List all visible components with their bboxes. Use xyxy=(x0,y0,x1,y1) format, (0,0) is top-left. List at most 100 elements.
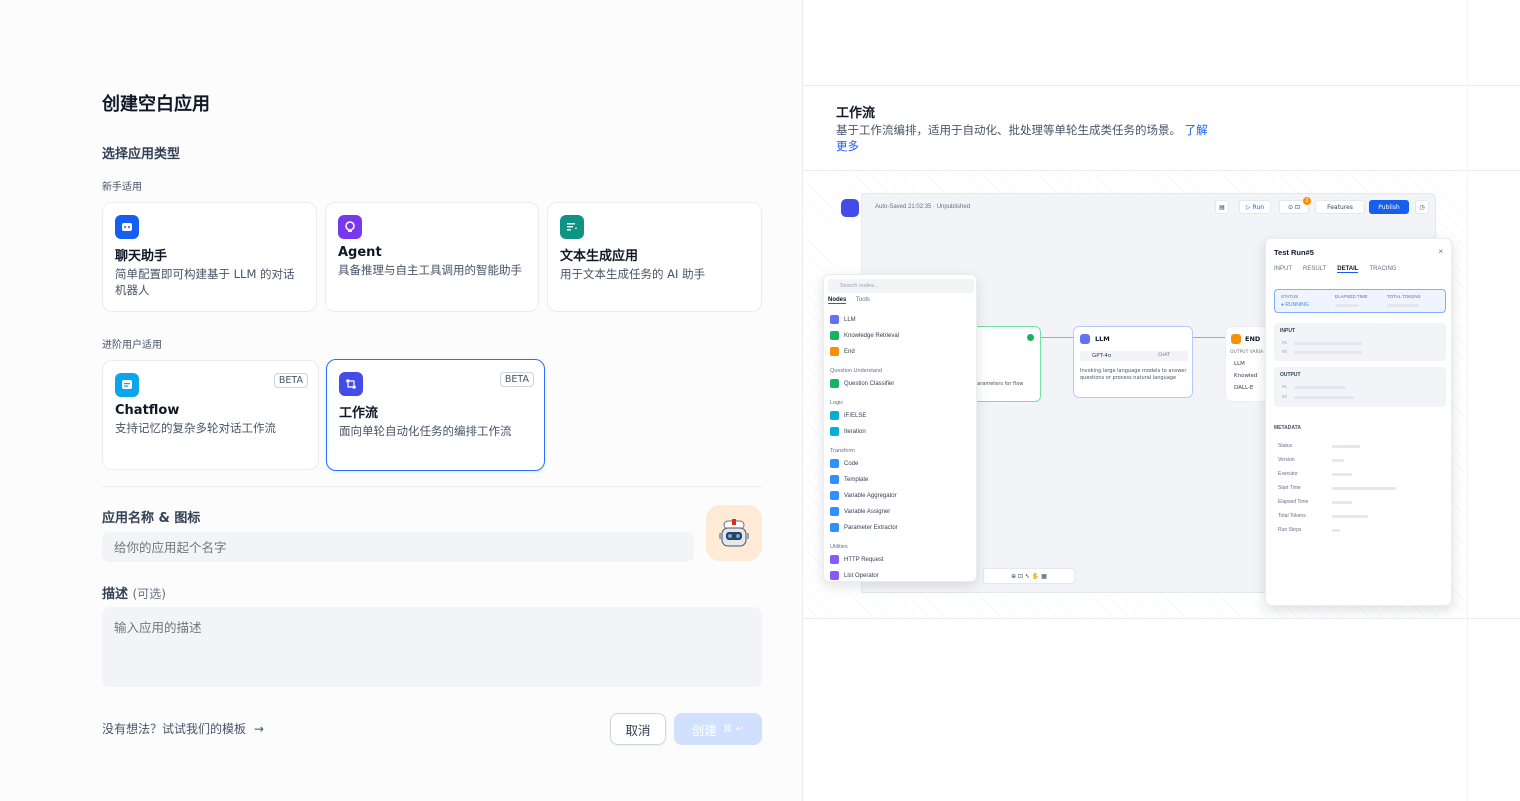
preview-run-button: ▷ Run xyxy=(1239,200,1271,214)
placeholder-bar xyxy=(1332,473,1352,476)
preview-history-icon: ▤ xyxy=(1215,200,1229,214)
placeholder-bar xyxy=(1332,529,1340,532)
placeholder-bar xyxy=(1294,386,1346,389)
node-name: Knowledge Retrieval xyxy=(844,332,900,339)
workflow-icon xyxy=(339,372,363,396)
node-type-icon xyxy=(830,571,839,580)
preview-llm-node: LLM GPT-4o CHAT Invoking large language … xyxy=(1073,326,1193,398)
card-title: 文本生成应用 xyxy=(560,249,639,264)
output-label: OUTPUT xyxy=(1280,372,1301,378)
node-name: IF/ELSE xyxy=(844,412,867,419)
card-title: Agent xyxy=(338,245,382,260)
desc-optional: (可选) xyxy=(132,587,166,601)
app-type-card-agent[interactable]: Agent 具备推理与自主工具调用的智能助手 xyxy=(325,202,539,312)
preview-publish-button: Publish xyxy=(1369,200,1409,214)
close-icon: × xyxy=(1438,247,1443,256)
chatflow-icon xyxy=(115,373,139,397)
desc-label-text: 描述 xyxy=(102,587,129,602)
llm-icon xyxy=(1080,334,1090,344)
row-2: #2 xyxy=(1282,349,1288,354)
robot-avatar-icon xyxy=(719,519,749,547)
llm-title: LLM xyxy=(1095,335,1110,343)
metadata-key: Executor xyxy=(1278,471,1298,477)
metadata-key: Run Steps xyxy=(1278,527,1302,533)
status-value-text: RUNNING xyxy=(1285,302,1309,308)
preview-app-icon xyxy=(841,199,859,217)
placeholder-bar xyxy=(1332,459,1344,462)
card-title: Chatflow xyxy=(115,403,180,418)
node-category-label: Question Understand xyxy=(830,368,882,374)
app-icon-picker[interactable] xyxy=(706,505,762,561)
node-name: End xyxy=(844,348,855,355)
app-type-card-text-generation[interactable]: 文本生成应用 用于文本生成任务的 AI 助手 xyxy=(547,202,762,312)
app-name-input[interactable] xyxy=(102,532,694,562)
try-templates-link[interactable]: 没有想法？试试我们的模板 → xyxy=(102,720,264,737)
app-type-preview: 工作流 基于工作流编排，适用于自动化、批处理等单轮生成类任务的场景。 了解更多 … xyxy=(802,0,1520,801)
chat-bot-icon xyxy=(115,215,139,239)
placeholder-bar xyxy=(1332,515,1368,518)
preview-run-label: Run xyxy=(1252,203,1265,211)
node-type-icon xyxy=(830,347,839,356)
card-desc: 支持记忆的复杂多轮对话工作流 xyxy=(115,421,276,435)
choose-type-label: 选择应用类型 xyxy=(102,147,181,162)
llm-mode: CHAT xyxy=(1157,353,1170,358)
metadata-key: Start Time xyxy=(1278,485,1301,491)
placeholder-bar xyxy=(1294,342,1362,345)
text-generation-icon xyxy=(560,215,584,239)
metadata-key: Status xyxy=(1278,443,1293,449)
placeholder-bar xyxy=(1294,351,1362,354)
placeholder-bar xyxy=(1332,445,1360,448)
test-run-status: STATUS ● RUNNING ELAPSED TIME TOTAL TOKE… xyxy=(1274,289,1446,313)
divider xyxy=(803,618,1520,619)
node-name: List Operator xyxy=(844,572,879,579)
node-type-icon xyxy=(830,555,839,564)
preview-desc-text: 基于工作流编排，适用于自动化、批处理等单轮生成类任务的场景。 xyxy=(836,123,1181,137)
divider xyxy=(803,85,1520,86)
node-name: Variable Assigner xyxy=(844,508,891,515)
beginner-label: 新手适用 xyxy=(102,182,142,193)
row-2: #2 xyxy=(1282,394,1288,399)
node-type-icon xyxy=(830,331,839,340)
preview-bottom-toolbar: ⊕ ⊡ ↖ ✋ ▦ xyxy=(983,568,1075,584)
app-type-card-chatflow[interactable]: BETA Chatflow 支持记忆的复杂多轮对话工作流 xyxy=(102,360,319,470)
node-list-item: IF/ELSE xyxy=(830,411,866,420)
end-output-label: OUTPUT VARIA xyxy=(1230,350,1264,355)
app-desc-input[interactable] xyxy=(102,607,762,687)
end-title: END xyxy=(1245,335,1261,343)
node-type-icon xyxy=(830,315,839,324)
arrow-right-icon: → xyxy=(253,722,264,736)
preview-edge xyxy=(1041,337,1073,338)
advanced-label: 进阶用户适用 xyxy=(102,340,162,351)
create-button[interactable]: 创建 ⌘ ↵ xyxy=(674,713,762,745)
app-type-card-chatbot[interactable]: 聊天助手 简单配置即可构建基于 LLM 的对话机器人 xyxy=(102,202,317,312)
test-run-input-box: INPUT #1 #2 xyxy=(1274,323,1446,361)
node-type-icon xyxy=(830,523,839,532)
beta-badge: BETA xyxy=(273,373,308,388)
node-list-item: Variable Assigner xyxy=(830,507,890,516)
node-list-item: Code xyxy=(830,459,858,468)
node-type-icon xyxy=(830,507,839,516)
dialog-title: 创建空白应用 xyxy=(102,94,210,115)
end-icon xyxy=(1231,334,1241,344)
cancel-button[interactable]: 取消 xyxy=(610,713,666,745)
node-type-icon xyxy=(830,427,839,436)
card-title: 工作流 xyxy=(339,406,379,421)
preview-start-desc: parameters for flow xyxy=(974,381,1024,387)
test-run-output-box: OUTPUT #1 #2 xyxy=(1274,367,1446,407)
test-run-tab: TRACING xyxy=(1369,266,1397,272)
preview-title: 工作流 xyxy=(836,106,876,121)
node-category-label: Logic xyxy=(830,400,844,406)
create-label: 创建 xyxy=(691,722,717,738)
divider xyxy=(102,486,762,487)
node-list-item: Question Classifier xyxy=(830,379,894,388)
node-list-item: HTTP Request xyxy=(830,555,884,564)
app-type-card-workflow[interactable]: BETA 工作流 面向单轮自动化任务的编排工作流 xyxy=(326,359,545,471)
tab-nodes: Nodes xyxy=(828,297,847,304)
try-templates-text: 没有想法？试试我们的模板 xyxy=(102,722,247,736)
preview-autosave: Auto-Saved 21:02:35 · Unpublished xyxy=(875,204,971,210)
node-list-item: Iteration xyxy=(830,427,866,436)
node-list-item: Parameter Extractor xyxy=(830,523,898,532)
end-row: LLM xyxy=(1234,361,1245,367)
placeholder-bar xyxy=(1332,487,1396,490)
node-list-item: Template xyxy=(830,475,868,484)
